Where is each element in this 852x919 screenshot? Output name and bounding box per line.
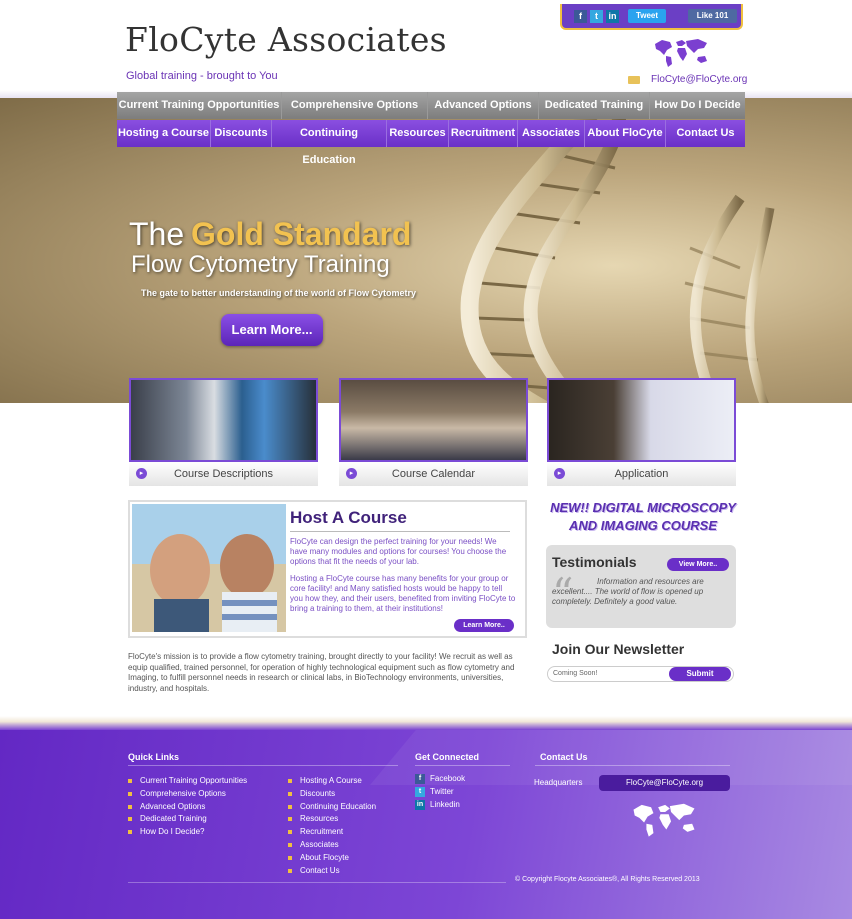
card-caption: ▸ Course Descriptions — [129, 462, 318, 486]
nav-item-resources[interactable]: Resources — [387, 120, 449, 147]
footer-link[interactable]: Associates — [288, 839, 376, 852]
like-button[interactable]: Like 101 — [688, 9, 737, 23]
divider — [290, 531, 510, 532]
lab-photo — [129, 378, 318, 462]
application-card[interactable]: ▸ Application — [547, 378, 736, 486]
primary-nav: Current Training Opportunities Comprehen… — [117, 92, 745, 119]
newsletter-title: Join Our Newsletter — [552, 641, 685, 657]
card-label[interactable]: Application — [547, 468, 736, 480]
nav-item-advanced-options[interactable]: Advanced Options — [428, 92, 539, 119]
card-caption: ▸ Course Calendar — [339, 462, 528, 486]
card-label[interactable]: Course Calendar — [339, 468, 528, 480]
divider — [535, 765, 730, 766]
hero-headline-prefix: The — [129, 216, 185, 252]
social-bar: f t in Tweet Like 101 — [560, 4, 743, 30]
nav-item-current-training[interactable]: Current Training Opportunities — [117, 92, 282, 119]
nav-item-associates[interactable]: Associates — [518, 120, 585, 147]
quick-links-col-1: Current Training Opportunities Comprehen… — [128, 775, 247, 839]
footer-link[interactable]: Discounts — [288, 788, 376, 801]
host-course-intro: FloCyte can design the perfect training … — [290, 537, 507, 566]
divider — [128, 882, 506, 883]
nav-item-recruitment[interactable]: Recruitment — [449, 120, 518, 147]
tweet-button[interactable]: Tweet — [628, 9, 666, 23]
linkedin-icon[interactable]: in — [606, 10, 619, 23]
newsletter-input-value: Coming Soon! — [553, 670, 598, 677]
linkedin-label: Linkedin — [430, 800, 460, 809]
hero-headline-secondary: Flow Cytometry Training — [131, 251, 390, 278]
site-logo[interactable]: FloCyte Associates — [125, 20, 447, 59]
hero-learn-more-button[interactable]: Learn More... — [221, 314, 323, 346]
host-course-benefits: Hosting a FloCyte course has many benefi… — [290, 574, 516, 613]
presentation-photo — [547, 378, 736, 462]
footer-link[interactable]: Hosting A Course — [288, 775, 376, 788]
footer-link[interactable]: Current Training Opportunities — [128, 775, 247, 788]
footer-twitter-link[interactable]: t Twitter — [415, 785, 454, 798]
contact-us-title: Contact Us — [540, 752, 588, 762]
divider — [415, 765, 510, 766]
nav-item-contact-us[interactable]: Contact Us — [666, 120, 745, 147]
testimonials-box: Testimonials View More.. “ Information a… — [546, 545, 736, 628]
footer-link[interactable]: Advanced Options — [128, 801, 247, 814]
host-course-title: Host A Course — [290, 508, 407, 527]
quick-links-col-2: Hosting A Course Discounts Continuing Ed… — [288, 775, 376, 877]
card-caption: ▸ Application — [547, 462, 736, 486]
host-course-panel: Host A Course FloCyte can design the per… — [128, 500, 527, 638]
nav-item-about-flocyte[interactable]: About FloCyte — [585, 120, 666, 147]
header-email-link[interactable]: FloCyte@FloCyte.org — [651, 74, 747, 85]
footer-link[interactable]: About Flocyte — [288, 852, 376, 865]
world-map-icon — [633, 803, 695, 837]
hero-headline-gold: Gold Standard — [191, 216, 412, 252]
quick-links-title: Quick Links — [128, 752, 180, 762]
facebook-icon: f — [415, 774, 425, 784]
host-learn-more-button[interactable]: Learn More.. — [454, 619, 514, 632]
divider — [128, 765, 398, 766]
headquarters-email-link[interactable]: FloCyte@FloCyte.org — [599, 775, 730, 791]
facebook-label: Facebook — [430, 774, 466, 783]
get-connected-title: Get Connected — [415, 752, 480, 762]
footer-link[interactable]: Comprehensive Options — [128, 788, 247, 801]
footer-link[interactable]: Contact Us — [288, 865, 376, 878]
footer-link[interactable]: Resources — [288, 813, 376, 826]
nav-item-continuing-education[interactable]: Continuing Education — [272, 120, 387, 166]
twitter-icon[interactable]: t — [590, 10, 603, 23]
footer-linkedin-link[interactable]: in Linkedin — [415, 798, 460, 811]
twitter-label: Twitter — [430, 787, 454, 796]
new-course-banner[interactable]: NEW!! DIGITAL MICROSCOPY AND IMAGING COU… — [546, 499, 740, 535]
facebook-icon[interactable]: f — [574, 10, 587, 23]
hero-subtitle: The gate to better understanding of the … — [141, 288, 417, 298]
site-tagline: Global training - brought to You — [126, 70, 278, 82]
newsletter-submit-button[interactable]: Submit — [669, 667, 731, 681]
footer-link[interactable]: Recruitment — [288, 826, 376, 839]
mission-statement: FloCyte's mission is to provide a flow c… — [128, 652, 515, 693]
world-map-icon — [655, 39, 707, 67]
nav-item-dedicated-training[interactable]: Dedicated Training — [539, 92, 650, 119]
new-course-line-2: AND IMAGING COURSE — [568, 518, 718, 533]
headquarters-label: Headquarters — [534, 778, 583, 787]
twitter-icon: t — [415, 787, 425, 797]
footer-facebook-link[interactable]: f Facebook — [415, 772, 465, 785]
footer-link[interactable]: How Do I Decide? — [128, 826, 247, 839]
nav-item-comprehensive-options[interactable]: Comprehensive Options — [282, 92, 428, 119]
hosts-photo — [132, 504, 286, 632]
secondary-nav: Hosting a Course Discounts Continuing Ed… — [117, 120, 745, 166]
footer-edge — [0, 716, 852, 730]
course-descriptions-card[interactable]: ▸ Course Descriptions — [129, 378, 318, 486]
copyright-text: © Copyright Flocyte Associates®, All Rig… — [515, 876, 700, 883]
classroom-photo — [339, 378, 528, 462]
linkedin-icon: in — [415, 800, 425, 810]
nav-item-hosting-a-course[interactable]: Hosting a Course — [117, 120, 211, 147]
nav-item-discounts[interactable]: Discounts — [211, 120, 272, 147]
testimonials-title: Testimonials — [552, 554, 637, 570]
course-calendar-card[interactable]: ▸ Course Calendar — [339, 378, 528, 486]
footer-link[interactable]: Dedicated Training — [128, 813, 247, 826]
card-label[interactable]: Course Descriptions — [129, 468, 318, 480]
site-header: FloCyte Associates Global training - bro… — [0, 0, 852, 96]
testimonial-quote: Information and resources are excellent.… — [552, 577, 704, 606]
footer-link[interactable]: Continuing Education — [288, 801, 376, 814]
mail-icon — [628, 76, 640, 84]
view-more-button[interactable]: View More.. — [667, 558, 729, 571]
nav-item-how-do-i-decide[interactable]: How Do I Decide — [650, 92, 745, 119]
new-course-line-1: NEW!! DIGITAL MICROSCOPY — [550, 500, 736, 515]
